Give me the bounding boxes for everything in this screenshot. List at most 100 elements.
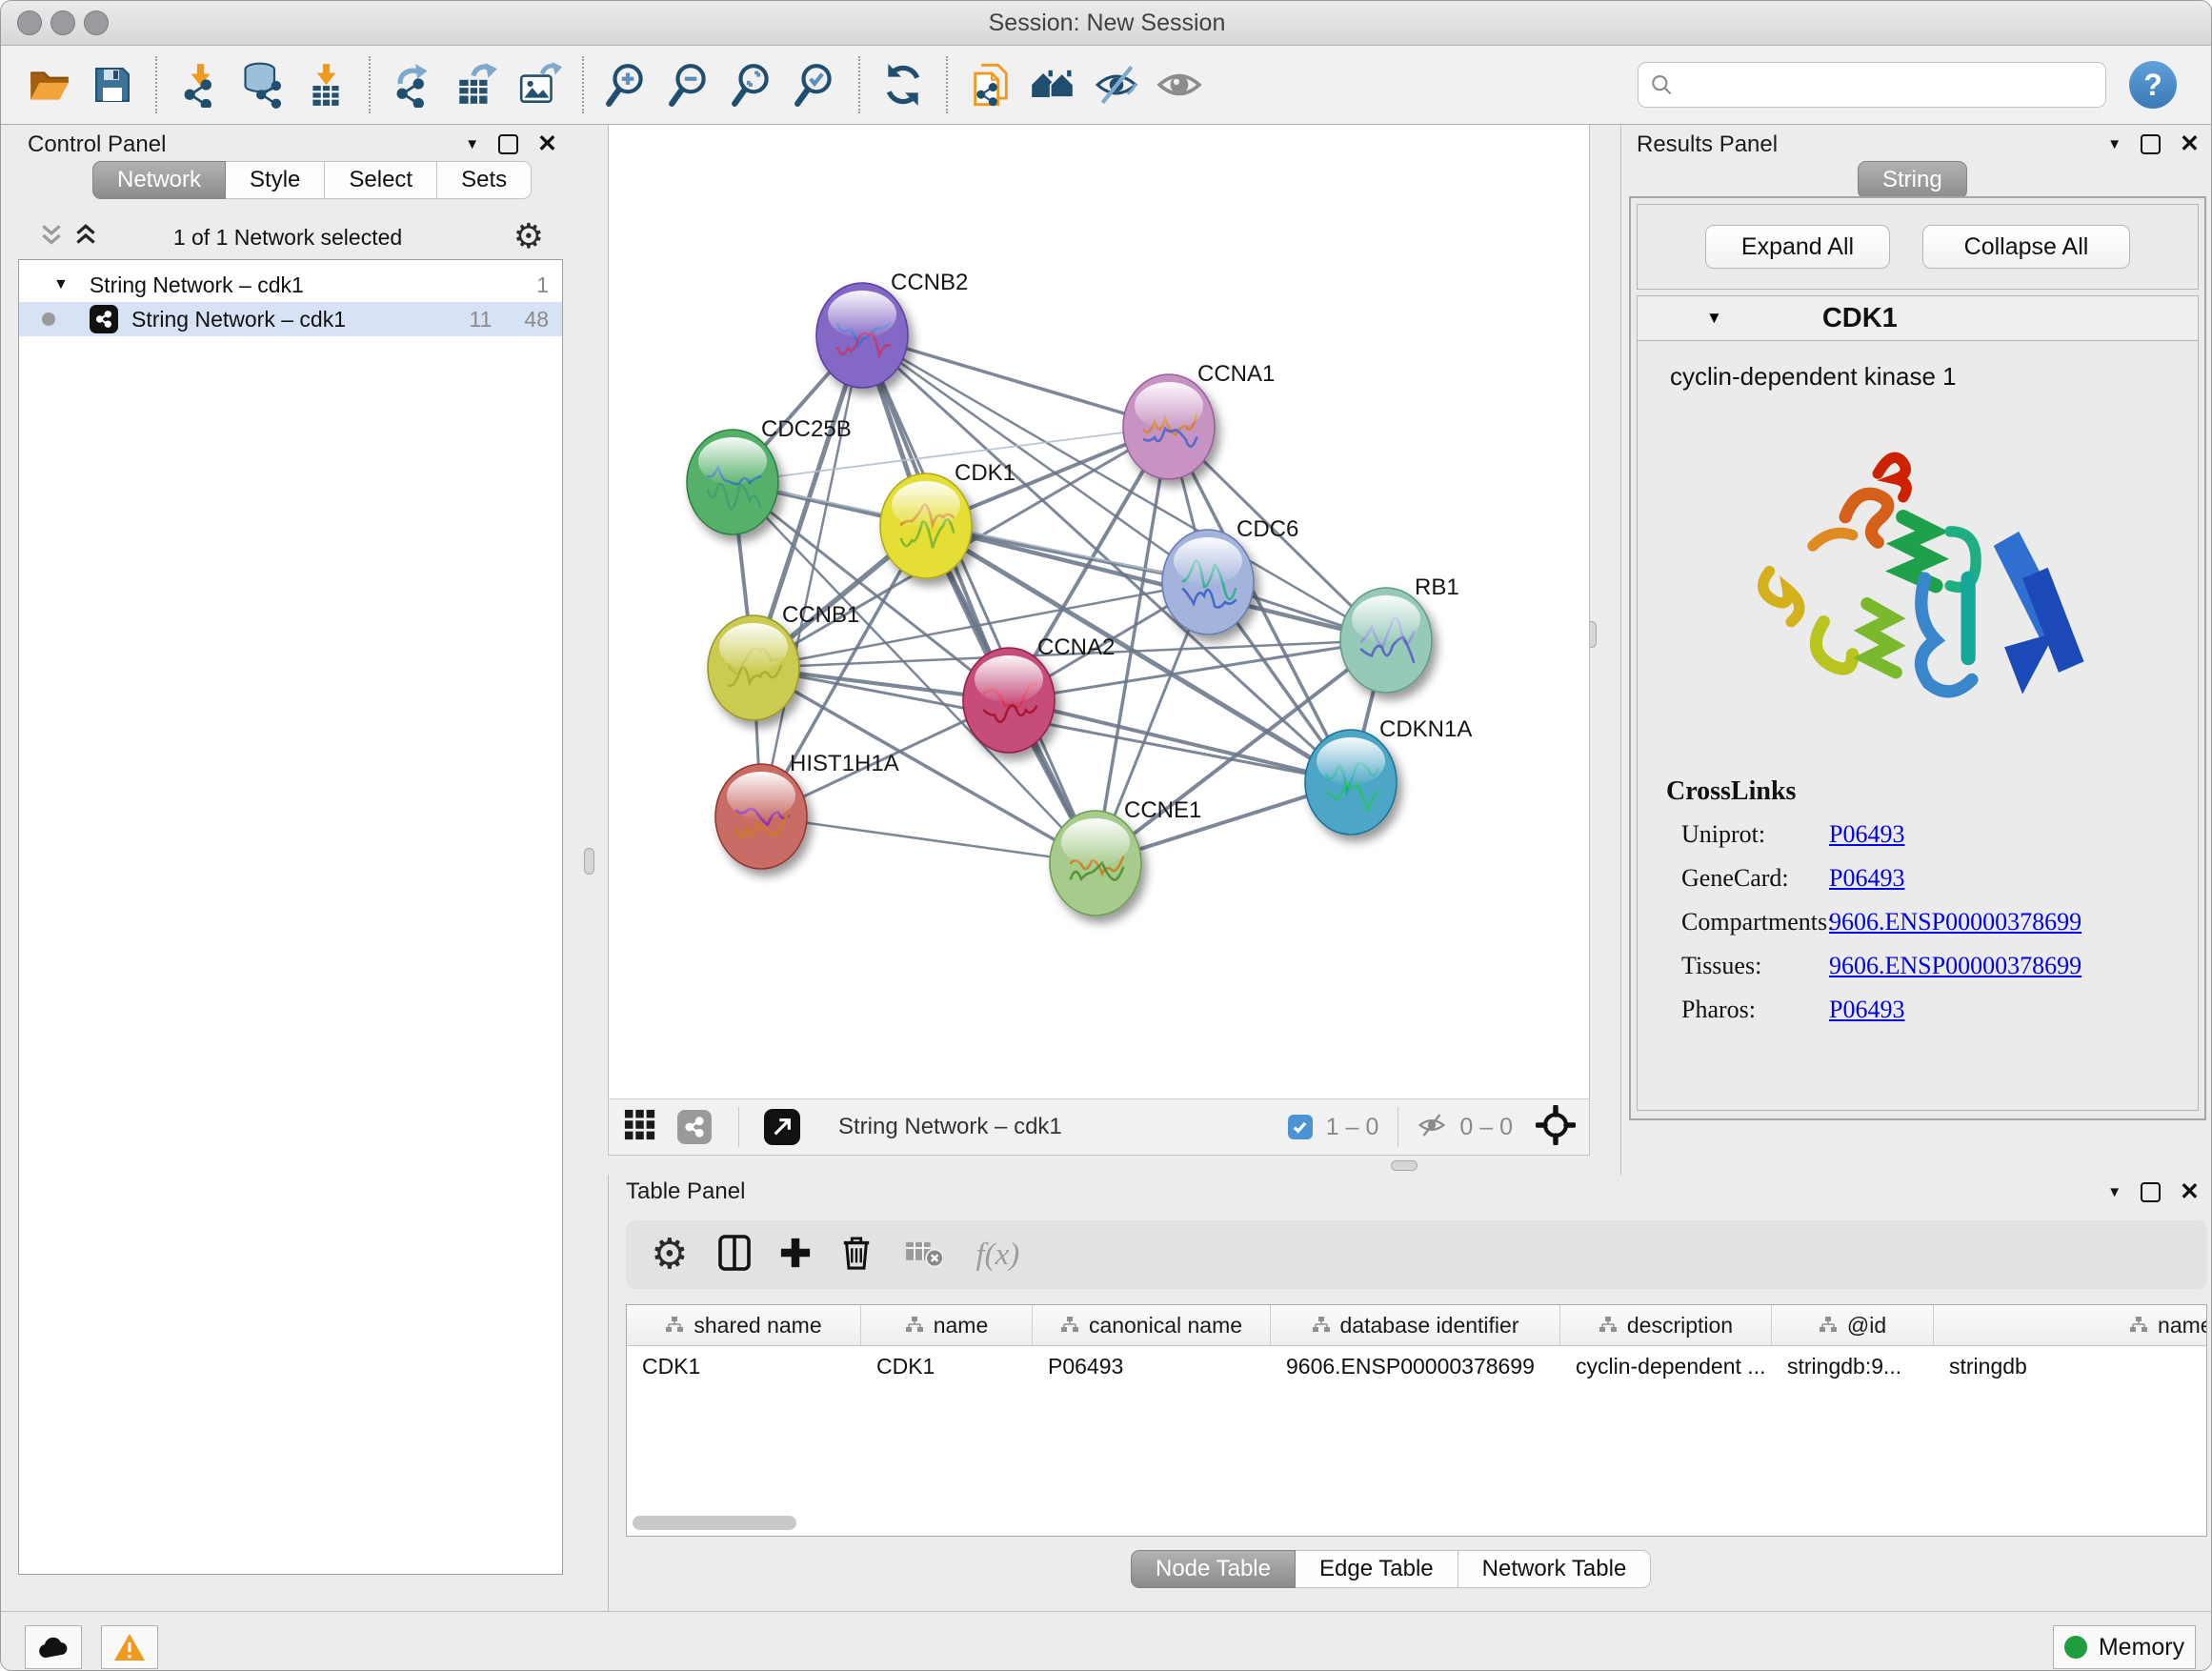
delete-column-button[interactable]: [840, 1235, 873, 1276]
table-cell[interactable]: stringdb: [1934, 1346, 2207, 1386]
expand-all-button[interactable]: Expand All: [1705, 225, 1890, 269]
tab-edge-table[interactable]: Edge Table: [1296, 1550, 1458, 1588]
panel-float-icon[interactable]: [2141, 1182, 2161, 1202]
edge-CCNB2-CCNA1[interactable]: [862, 335, 1169, 427]
zoom-in-button[interactable]: [599, 53, 654, 116]
column-header-name[interactable]: name: [861, 1305, 1033, 1345]
hidden-eye-icon[interactable]: [1416, 1111, 1448, 1144]
refresh-button[interactable]: [875, 53, 931, 116]
zoom-selected-button[interactable]: [788, 53, 843, 116]
edge-CCNB2-CCNE1[interactable]: [862, 335, 1096, 863]
string-import-button[interactable]: [963, 53, 1018, 116]
show-columns-button[interactable]: [716, 1234, 753, 1277]
table-settings-gear-icon[interactable]: ⚙: [651, 1234, 688, 1276]
network-canvas[interactable]: CCNB2CCNA1CDC25BCDK1CDC6RB1CCNB1CCNA2CDK…: [608, 125, 1590, 1098]
tree-expander-icon[interactable]: ▼: [53, 276, 69, 293]
column-header-description[interactable]: description: [1560, 1305, 1772, 1345]
zoom-out-button[interactable]: [662, 53, 717, 116]
warnings-button[interactable]: [101, 1625, 158, 1669]
network-row-selected[interactable]: String Network – cdk1 11 48: [19, 302, 562, 336]
table-cell[interactable]: 9606.ENSP00000378699: [1271, 1346, 1560, 1386]
hide-selected-button[interactable]: [1089, 53, 1144, 116]
panel-close-icon[interactable]: ✕: [2180, 1184, 2200, 1200]
panel-float-icon[interactable]: [2141, 134, 2161, 154]
table-cell[interactable]: cyclin-dependent ...: [1560, 1346, 1772, 1386]
window-minimize-button[interactable]: [50, 10, 75, 35]
node-CCNB1[interactable]: CCNB1: [708, 602, 859, 720]
crosslink-value-link[interactable]: P06493: [1829, 820, 1904, 849]
global-search-field[interactable]: [1638, 62, 2106, 108]
network-share-button[interactable]: [677, 1110, 712, 1144]
horizontal-scrollbar-thumb[interactable]: [633, 1516, 796, 1530]
home-networks-button[interactable]: [1026, 53, 1081, 116]
show-all-button[interactable]: [1152, 53, 1207, 116]
panel-close-icon[interactable]: ✕: [537, 136, 557, 152]
crosslink-value-link[interactable]: 9606.ENSP00000378699: [1829, 908, 2081, 936]
node-CCNB2[interactable]: CCNB2: [816, 270, 968, 388]
table-cell[interactable]: P06493: [1033, 1346, 1271, 1386]
column-header-shared-name[interactable]: shared name: [627, 1305, 861, 1345]
network-options-gear-icon[interactable]: ⚙: [513, 216, 544, 256]
tab-string[interactable]: String: [1858, 161, 1967, 199]
table-cell[interactable]: CDK1: [861, 1346, 1033, 1386]
bottom-splitter-handle[interactable]: [1391, 1160, 1418, 1171]
column-header-canonical-name[interactable]: canonical name: [1033, 1305, 1271, 1345]
help-button[interactable]: ?: [2129, 61, 2177, 109]
tab-style[interactable]: Style: [226, 161, 325, 199]
create-column-button[interactable]: [779, 1237, 812, 1274]
panel-float-icon[interactable]: [498, 134, 518, 154]
open-in-window-button[interactable]: [764, 1109, 800, 1145]
cloud-status-button[interactable]: [25, 1625, 82, 1669]
panel-menu-icon[interactable]: ▼: [2107, 1184, 2122, 1200]
import-network-file-button[interactable]: [172, 53, 228, 116]
panel-close-icon[interactable]: ✕: [2180, 136, 2200, 152]
zoom-fit-button[interactable]: [725, 53, 780, 116]
memory-button[interactable]: Memory: [2053, 1625, 2196, 1669]
panel-menu-icon[interactable]: ▼: [2107, 136, 2122, 152]
tab-network[interactable]: Network: [92, 161, 226, 199]
window-zoom-button[interactable]: [84, 10, 109, 35]
node-CDC25B[interactable]: CDC25B: [687, 416, 852, 534]
node-CDKN1A[interactable]: CDKN1A: [1305, 716, 1472, 835]
table-row[interactable]: CDK1CDK1P064939606.ENSP00000378699cyclin…: [627, 1346, 2206, 1386]
table-cell[interactable]: stringdb:9...: [1772, 1346, 1934, 1386]
panel-menu-icon[interactable]: ▼: [465, 136, 479, 152]
export-image-button[interactable]: [512, 53, 567, 116]
tab-select[interactable]: Select: [325, 161, 437, 199]
column-header-namespace[interactable]: namespace: [1934, 1305, 2207, 1345]
window-close-button[interactable]: [17, 10, 42, 35]
collapse-all-button[interactable]: Collapse All: [1922, 225, 2130, 269]
column-header-database-identifier[interactable]: database identifier: [1271, 1305, 1560, 1345]
table-cell[interactable]: CDK1: [627, 1346, 861, 1386]
crosslink-value-link[interactable]: 9606.ENSP00000378699: [1829, 952, 2081, 980]
selected-checkbox-icon[interactable]: [1288, 1115, 1313, 1139]
crosslink-value-link[interactable]: P06493: [1829, 996, 1904, 1024]
birdseye-toggle-button[interactable]: [624, 1109, 656, 1146]
collapse-entry-icon[interactable]: ▼: [1706, 309, 1722, 328]
search-input[interactable]: [1673, 71, 2094, 99]
left-splitter-handle[interactable]: [584, 848, 594, 875]
node-CDC6[interactable]: CDC6: [1162, 516, 1298, 634]
function-builder-button[interactable]: f(x): [975, 1238, 1019, 1273]
node-RB1[interactable]: RB1: [1340, 574, 1459, 693]
column-header--id[interactable]: @id: [1772, 1305, 1934, 1345]
import-network-database-button[interactable]: [235, 53, 291, 116]
tab-sets[interactable]: Sets: [437, 161, 532, 199]
save-session-button[interactable]: [85, 53, 140, 116]
edge-CCNB2-HIST1H1A[interactable]: [761, 335, 862, 816]
open-session-button[interactable]: [22, 53, 77, 116]
export-table-button[interactable]: [449, 53, 504, 116]
network-collection-row[interactable]: ▼ String Network – cdk1 1: [19, 268, 562, 302]
tab-node-table[interactable]: Node Table: [1131, 1550, 1296, 1588]
edge-HIST1H1A-CCNE1[interactable]: [761, 816, 1096, 863]
node-details-header[interactable]: ▼ CDK1: [1638, 296, 2198, 341]
crosslink-value-link[interactable]: P06493: [1829, 864, 1904, 893]
center-view-button[interactable]: [1536, 1105, 1576, 1150]
import-table-button[interactable]: [298, 53, 353, 116]
node-CCNA1[interactable]: CCNA1: [1123, 361, 1275, 479]
node-CDK1[interactable]: CDK1: [880, 460, 1016, 578]
tab-network-table[interactable]: Network Table: [1458, 1550, 1652, 1588]
export-network-button[interactable]: [386, 53, 441, 116]
node-HIST1H1A[interactable]: HIST1H1A: [715, 751, 899, 869]
delete-table-button[interactable]: [905, 1238, 943, 1273]
